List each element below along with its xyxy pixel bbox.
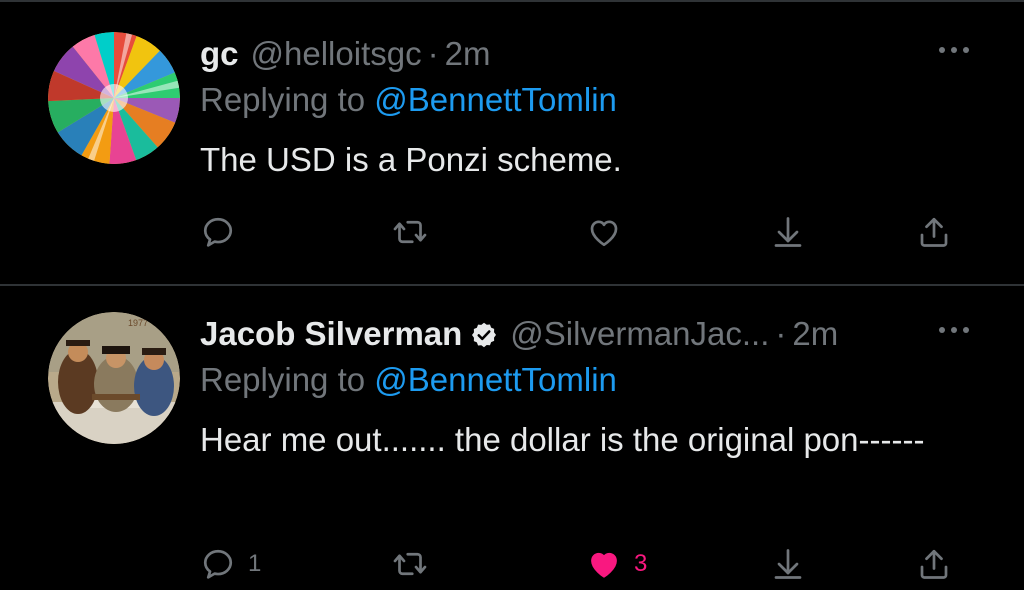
reply-button[interactable]: 1: [200, 542, 261, 586]
avatar-image: [48, 32, 180, 164]
like-count: 3: [634, 550, 648, 577]
retweet-button[interactable]: [392, 542, 440, 586]
share-button[interactable]: [916, 210, 952, 254]
replying-prefix: Replying to: [200, 361, 366, 398]
timestamp[interactable]: 2m: [792, 314, 838, 354]
display-name[interactable]: Jacob Silverman: [200, 314, 462, 354]
heart-filled-icon: [591, 552, 617, 578]
tweet-header: Jacob Silverman @SilvermanJac... · 2m: [200, 314, 984, 354]
more-options-icon[interactable]: [934, 38, 974, 62]
heart-outline-icon: [590, 220, 618, 247]
arrow-down-icon: [774, 217, 802, 247]
replying-prefix: Replying to: [200, 81, 366, 118]
retweet-button[interactable]: [392, 210, 440, 254]
reply-mention-link[interactable]: @BennettTomlin: [374, 81, 617, 118]
replying-to: Replying to @BennettTomlin: [200, 360, 984, 400]
tweet-text: Hear me out....... the dollar is the ori…: [200, 421, 925, 458]
more-options-icon[interactable]: [934, 318, 974, 342]
avatar[interactable]: [48, 32, 180, 164]
user-handle[interactable]: @SilvermanJac...: [510, 314, 769, 354]
svg-text:1977: 1977: [128, 318, 148, 328]
tweet-actions: [200, 210, 970, 254]
separator-dot: ·: [775, 315, 787, 352]
download-button[interactable]: [770, 542, 806, 586]
like-button[interactable]: 3: [586, 542, 647, 586]
display-name[interactable]: gc: [200, 34, 239, 74]
avatar[interactable]: 1977: [48, 312, 180, 444]
retweet-icon: [393, 220, 427, 244]
timestamp[interactable]: 2m: [445, 34, 491, 74]
share-button[interactable]: [916, 542, 952, 586]
user-handle[interactable]: @helloitsgc: [251, 34, 422, 74]
tweet-actions: 1 3: [200, 542, 970, 586]
download-button[interactable]: [770, 210, 806, 254]
share-icon: [920, 217, 948, 247]
retweet-icon: [393, 552, 427, 576]
tweet-text: The USD is a Ponzi scheme.: [200, 141, 622, 178]
replying-to: Replying to @BennettTomlin: [200, 80, 984, 120]
reply-count: 1: [248, 550, 262, 577]
arrow-down-icon: [774, 549, 802, 579]
reply-icon: [203, 549, 233, 579]
tweet[interactable]: gc @helloitsgc · 2m Replying to @Bennett…: [0, 0, 1024, 286]
reply-button[interactable]: [200, 210, 248, 254]
verified-badge-icon: [472, 322, 497, 348]
like-button[interactable]: [586, 210, 634, 254]
reply-icon: [203, 217, 233, 247]
tweet-content: Jacob Silverman @SilvermanJac... · 2m Re…: [200, 314, 984, 463]
tweet-content: gc @helloitsgc · 2m Replying to @Bennett…: [200, 34, 984, 183]
avatar-image: 1977: [48, 312, 180, 444]
reply-mention-link[interactable]: @BennettTomlin: [374, 361, 617, 398]
separator-dot: ·: [427, 35, 439, 72]
tweet-header: gc @helloitsgc · 2m: [200, 34, 984, 74]
share-icon: [920, 549, 948, 579]
